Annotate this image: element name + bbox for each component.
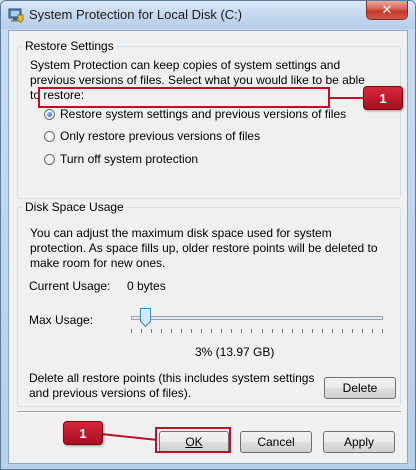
delete-restore-points-text: Delete all restore points (this includes… bbox=[29, 371, 315, 400]
max-usage-slider-thumb[interactable] bbox=[140, 308, 152, 327]
restore-settings-group: Restore Settings System Protection can k… bbox=[17, 39, 401, 199]
slider-tick bbox=[221, 329, 222, 333]
radio-restore-settings-and-files[interactable]: Restore system settings and previous ver… bbox=[44, 106, 346, 122]
radio-turn-off-protection[interactable]: Turn off system protection bbox=[44, 151, 198, 167]
annotation-highlight-ok bbox=[155, 427, 231, 453]
slider-tick bbox=[141, 329, 142, 333]
slider-tick bbox=[201, 329, 202, 333]
slider-tick bbox=[322, 329, 323, 333]
disk-space-usage-title: Disk Space Usage bbox=[22, 200, 127, 214]
separator bbox=[17, 411, 401, 413]
disk-space-description: You can adjust the maximum disk space us… bbox=[30, 226, 378, 270]
apply-button[interactable]: Apply bbox=[323, 431, 395, 453]
system-protection-icon bbox=[8, 8, 24, 24]
current-usage-value: 0 bytes bbox=[127, 279, 166, 293]
slider-tick bbox=[262, 329, 263, 333]
slider-tick bbox=[362, 329, 363, 333]
slider-tick bbox=[332, 329, 333, 333]
slider-tick bbox=[151, 329, 152, 333]
annotation-callout-2: 1 bbox=[63, 421, 103, 445]
slider-tick bbox=[231, 329, 232, 333]
callout-number: 1 bbox=[79, 425, 87, 441]
max-usage-label: Max Usage: bbox=[29, 313, 94, 327]
window-title: System Protection for Local Disk (C:) bbox=[29, 7, 243, 22]
annotation-connector bbox=[330, 97, 364, 99]
slider-tick bbox=[191, 329, 192, 333]
apply-button-label: Apply bbox=[343, 435, 375, 449]
current-usage-label: Current Usage: bbox=[29, 279, 111, 293]
slider-tick bbox=[181, 329, 182, 333]
radio-button[interactable] bbox=[44, 153, 55, 165]
title-bar[interactable]: System Protection for Local Disk (C:) ✕ bbox=[1, 1, 415, 29]
slider-tick bbox=[342, 329, 343, 333]
delete-button-label: Delete bbox=[342, 381, 378, 395]
close-button[interactable]: ✕ bbox=[366, 1, 408, 20]
radio-label: Restore system settings and previous ver… bbox=[60, 107, 347, 121]
slider-tick bbox=[352, 329, 353, 333]
system-protection-window: System Protection for Local Disk (C:) ✕ … bbox=[0, 0, 416, 470]
slider-tick bbox=[302, 329, 303, 333]
slider-tick bbox=[241, 329, 242, 333]
cancel-button[interactable]: Cancel bbox=[240, 431, 312, 453]
close-icon: ✕ bbox=[381, 2, 393, 17]
slider-tick bbox=[312, 329, 313, 333]
annotation-highlight-restore-option bbox=[38, 87, 330, 108]
delete-button[interactable]: Delete bbox=[324, 377, 396, 399]
radio-only-files[interactable]: Only restore previous versions of files bbox=[44, 128, 260, 144]
slider-tick bbox=[372, 329, 373, 333]
annotation-callout-1: 1 bbox=[363, 86, 403, 110]
slider-ticks bbox=[131, 329, 383, 333]
slider-tick bbox=[171, 329, 172, 333]
slider-tick bbox=[251, 329, 252, 333]
slider-tick bbox=[211, 329, 212, 333]
restore-settings-title: Restore Settings bbox=[22, 39, 117, 53]
cancel-button-label: Cancel bbox=[257, 435, 295, 449]
slider-tick bbox=[161, 329, 162, 333]
max-usage-slider-track[interactable] bbox=[131, 316, 383, 320]
radio-button[interactable] bbox=[44, 130, 55, 142]
radio-label: Only restore previous versions of files bbox=[60, 129, 261, 143]
slider-tick bbox=[131, 329, 132, 333]
slider-tick bbox=[272, 329, 273, 333]
radio-label: Turn off system protection bbox=[60, 152, 199, 166]
slider-tick bbox=[382, 329, 383, 333]
callout-number: 1 bbox=[379, 90, 387, 106]
slider-tick bbox=[292, 329, 293, 333]
radio-button-checked[interactable] bbox=[44, 108, 55, 120]
max-usage-value: 3% (13.97 GB) bbox=[195, 345, 275, 359]
slider-tick bbox=[282, 329, 283, 333]
